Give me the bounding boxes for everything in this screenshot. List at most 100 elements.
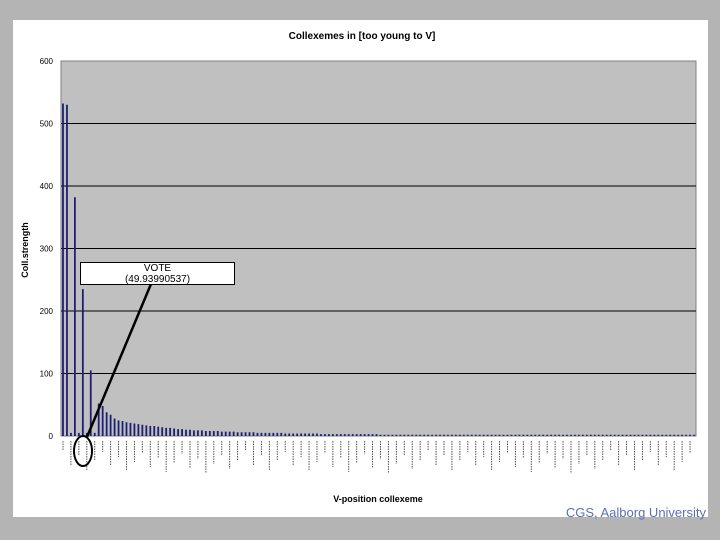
bar [399,434,402,436]
bar [296,433,299,436]
bar [165,427,168,437]
bar [498,434,501,436]
bar [177,429,179,437]
bar [395,434,398,436]
bar [538,434,541,436]
bar [645,434,648,436]
bar [137,424,140,437]
bar [474,434,477,436]
bar [208,431,211,436]
bar [419,434,422,436]
bar [542,434,545,436]
bar [367,434,370,437]
bar [435,434,437,436]
bar [510,434,513,436]
bar [597,434,600,436]
bar [288,433,291,436]
bar [558,434,560,436]
callout-value: (49.93990537) [124,274,191,285]
bar [355,434,358,437]
bar [613,434,616,436]
bar [169,427,172,437]
bar [343,434,346,437]
bar [81,289,84,437]
bar [661,434,664,436]
bar [181,429,183,437]
bar [458,434,461,436]
bar [77,432,80,437]
bar [324,434,326,437]
bar [236,432,239,436]
bar [248,432,251,436]
y-tick-label: 300 [40,245,54,254]
bar [379,434,382,436]
bar [331,434,334,437]
bar [685,434,687,436]
y-tick-label: 400 [40,182,54,191]
bar [371,434,374,437]
highlight-circle [73,435,93,467]
bar [224,431,227,437]
bar [689,434,691,436]
bar [149,426,152,436]
bar [677,434,680,436]
y-tick-label: 500 [40,120,54,129]
bar [232,431,235,437]
bar [673,434,676,436]
bar [423,434,426,436]
bar [570,434,572,436]
bar [359,434,362,437]
y-tick-label: 100 [40,370,54,379]
bar [212,431,215,436]
bar [276,432,279,437]
bar [157,426,160,437]
bar [264,432,267,437]
bar [482,434,485,436]
bar [582,434,584,436]
y-axis-ticks: 0 100 200 300 400 500 600 [40,57,54,441]
bar [197,430,199,437]
bar [522,434,525,436]
bar [609,434,612,436]
bar [101,406,104,436]
bar [328,434,330,437]
y-tick-label: 600 [40,57,54,66]
bar [550,434,553,436]
bar [681,434,684,436]
bar [462,434,465,436]
bar [335,434,338,437]
chart-title: Collexemes in [too young to V] [289,31,436,42]
bar [490,434,493,436]
bar [478,434,481,436]
bar [347,434,350,437]
bar [339,434,342,437]
bar [125,422,128,436]
bar [455,434,457,436]
bar [530,434,533,436]
bar [625,434,628,436]
bar [204,431,207,436]
bar [308,433,310,436]
bar [466,434,469,436]
bar [693,434,695,436]
bar [141,424,144,436]
bar [391,434,394,436]
bar [292,433,295,436]
bar [585,434,588,436]
bar [470,434,473,436]
bar [641,434,644,436]
bar [252,432,255,436]
bar [621,434,624,436]
y-tick-label: 200 [40,307,54,316]
callout-label: VOTE [143,263,172,274]
footer-credit: CGS, Aalborg University [565,505,706,520]
bar [443,434,445,436]
bar [66,104,68,436]
x-axis-label: V-position collexeme [333,494,423,504]
bar [411,434,414,436]
bar [439,434,441,436]
bar [657,434,660,436]
bar [228,431,231,437]
bar [629,434,632,436]
bar [649,434,652,436]
